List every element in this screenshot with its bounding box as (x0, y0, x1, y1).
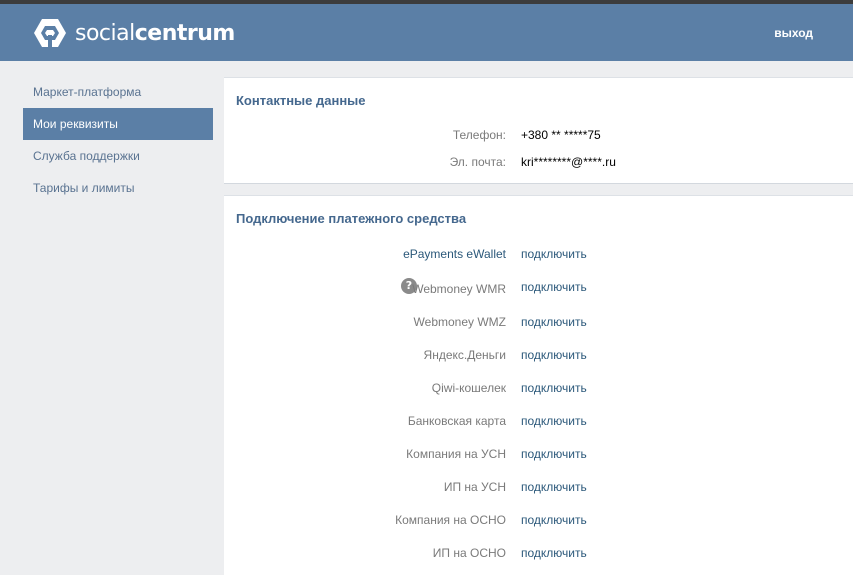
payment-row-qiwi: Qiwi-кошелек подключить (224, 378, 853, 398)
phone-label: Телефон: (452, 128, 506, 142)
connect-link-ip-osno[interactable]: подключить (521, 546, 587, 560)
payment-method-label: Компания на УСН (406, 447, 506, 461)
payment-method-label: Webmoney WMR (412, 282, 506, 296)
payment-methods-card: Подключение платежного средства ePayment… (224, 195, 853, 575)
email-value: kri********@****.ru (521, 155, 616, 169)
sidebar: Маркет-платформа Мои реквизиты Служба по… (23, 76, 213, 204)
sidebar-item-market-platform[interactable]: Маркет-платформа (23, 76, 213, 108)
payment-row-webmoney-wmz: Webmoney WMZ подключить (224, 312, 853, 332)
logout-link[interactable]: выход (774, 26, 813, 40)
logo-text-social: social (75, 20, 135, 46)
payment-method-label: Яндекс.Деньги (423, 348, 506, 362)
header-bar: socialcentrum выход (0, 4, 853, 61)
connect-link-company-osno[interactable]: подключить (521, 513, 587, 527)
payment-row-company-usn: Компания на УСН подключить (224, 444, 853, 464)
payment-row-company-osno: Компания на ОСНО подключить (224, 510, 853, 530)
connect-link-webmoney-wmr[interactable]: подключить (521, 280, 587, 294)
connect-link-yandex-money[interactable]: подключить (521, 348, 587, 362)
payment-method-label: Qiwi-кошелек (431, 381, 506, 395)
payment-method-label: ИП на ОСНО (432, 546, 506, 560)
connect-link-ip-usn[interactable]: подключить (521, 480, 587, 494)
connect-link-webmoney-wmz[interactable]: подключить (521, 315, 587, 329)
connect-link-bank-card[interactable]: подключить (521, 414, 587, 428)
sidebar-item-my-requisites[interactable]: Мои реквизиты (23, 108, 213, 140)
payment-method-label: Банковская карта (407, 414, 506, 428)
contacts-card: Контактные данные Телефон: +380 ** *****… (224, 77, 853, 184)
phone-row: Телефон: +380 ** *****75 (224, 125, 853, 145)
payment-methods-title: Подключение платежного средства (236, 211, 467, 226)
email-row: Эл. почта: kri********@****.ru (224, 152, 853, 172)
payment-row-yandex-money: Яндекс.Деньги подключить (224, 345, 853, 365)
email-label: Эл. почта: (449, 155, 506, 169)
payment-row-bank-card: Банковская карта подключить (224, 411, 853, 431)
connect-link-epayments[interactable]: подключить (521, 247, 587, 261)
connect-link-qiwi[interactable]: подключить (521, 381, 587, 395)
payment-row-webmoney-wmr: ? Webmoney WMR подключить (224, 277, 853, 297)
payment-row-epayments: ePayments eWallet подключить (224, 244, 853, 264)
payment-row-ip-osno: ИП на ОСНО подключить (224, 543, 853, 563)
connect-link-company-usn[interactable]: подключить (521, 447, 587, 461)
logo-text: socialcentrum (75, 21, 235, 46)
logo[interactable]: socialcentrum (33, 18, 235, 48)
logo-text-centrum: centrum (134, 20, 236, 46)
socialcentrum-logo-icon (34, 19, 66, 47)
payment-row-ip-usn: ИП на УСН подключить (224, 477, 853, 497)
phone-value: +380 ** *****75 (521, 128, 601, 142)
sidebar-item-tariffs[interactable]: Тарифы и лимиты (23, 172, 213, 204)
contacts-title: Контактные данные (236, 93, 366, 108)
payment-method-label: ePayments eWallet (403, 247, 506, 261)
payment-method-label: ИП на УСН (443, 480, 506, 494)
sidebar-item-support[interactable]: Служба поддержки (23, 140, 213, 172)
payment-method-label: Webmoney WMZ (413, 315, 506, 329)
payment-method-label: Компания на ОСНО (395, 513, 506, 527)
